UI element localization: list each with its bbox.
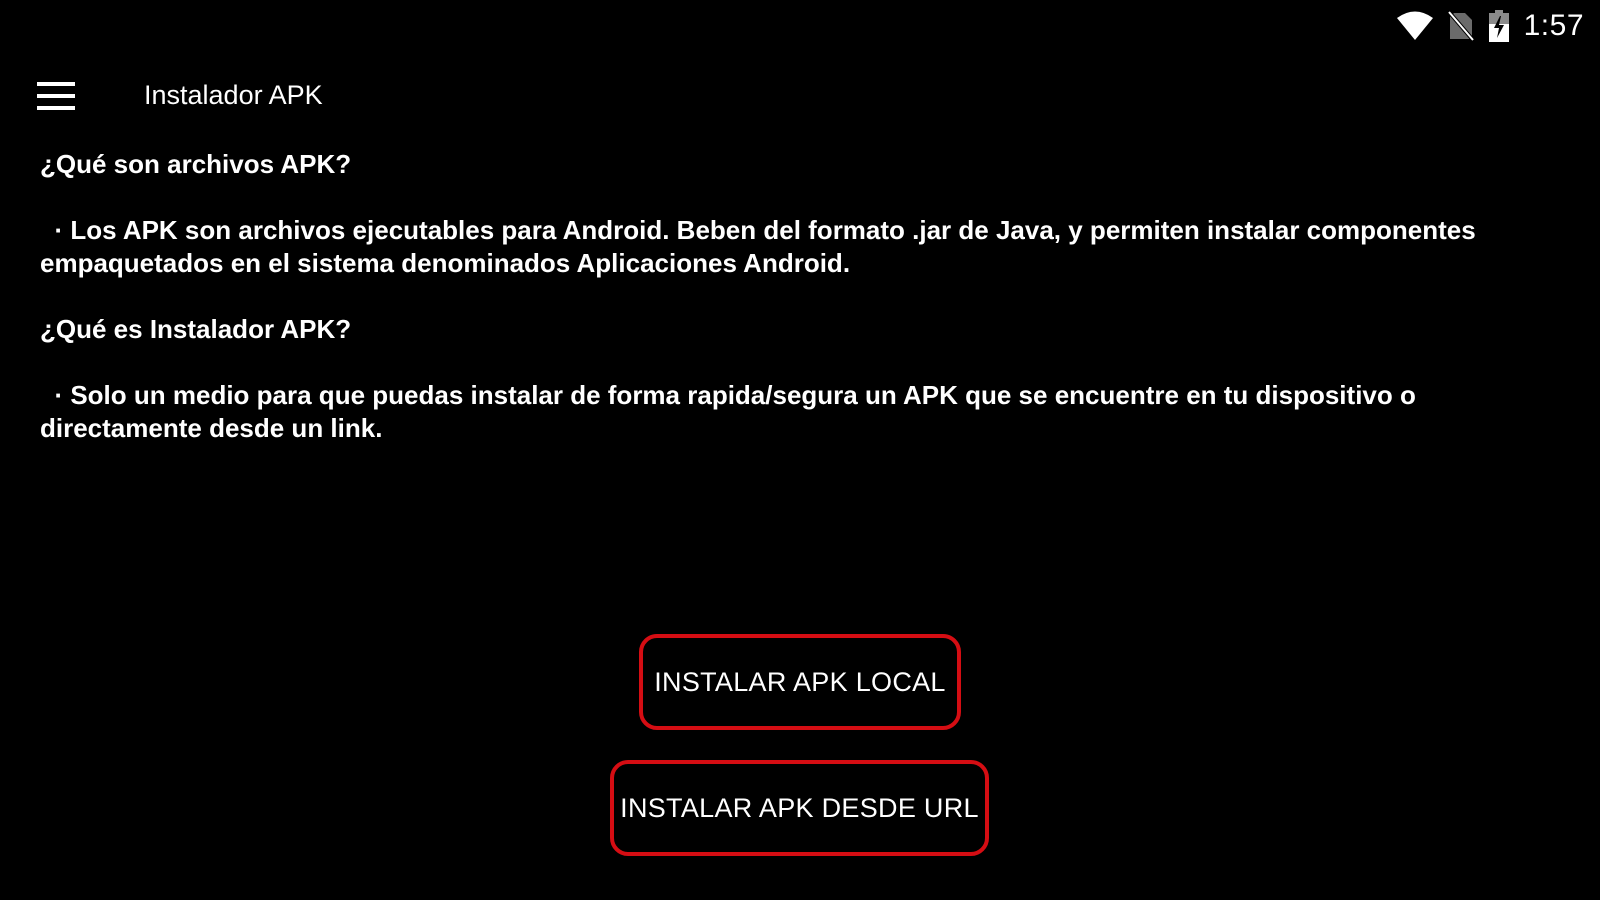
install-apk-from-url-button[interactable]: INSTALAR APK DESDE URL (610, 760, 989, 856)
toolbar-title: Instalador APK (144, 80, 323, 110)
info-content: ¿Qué son archivos APK? · Los APK son arc… (40, 148, 1520, 478)
hamburger-menu-button[interactable] (26, 70, 86, 126)
app-screen: 1:57 Instalador APK ¿Qué son archivos AP… (0, 0, 1600, 900)
answer-installer: · Solo un medio para que puedas instalar… (40, 380, 1424, 443)
answer-apk-files: · Los APK son archivos ejecutables para … (40, 215, 1483, 278)
toolbar: Instalador APK (0, 60, 1600, 136)
install-local-apk-button[interactable]: INSTALAR APK LOCAL (639, 634, 961, 730)
no-sim-icon (1447, 11, 1474, 41)
status-icons: 1:57 (1396, 8, 1584, 44)
battery-charging-icon (1488, 10, 1510, 42)
wifi-icon (1396, 11, 1434, 41)
status-time: 1:57 (1523, 9, 1584, 42)
question-heading-installer: ¿Qué es Instalador APK? (40, 314, 352, 344)
hamburger-menu-icon (37, 81, 75, 115)
status-bar: 1:57 (0, 0, 1600, 52)
question-heading-apk-files: ¿Qué son archivos APK? (40, 149, 352, 179)
